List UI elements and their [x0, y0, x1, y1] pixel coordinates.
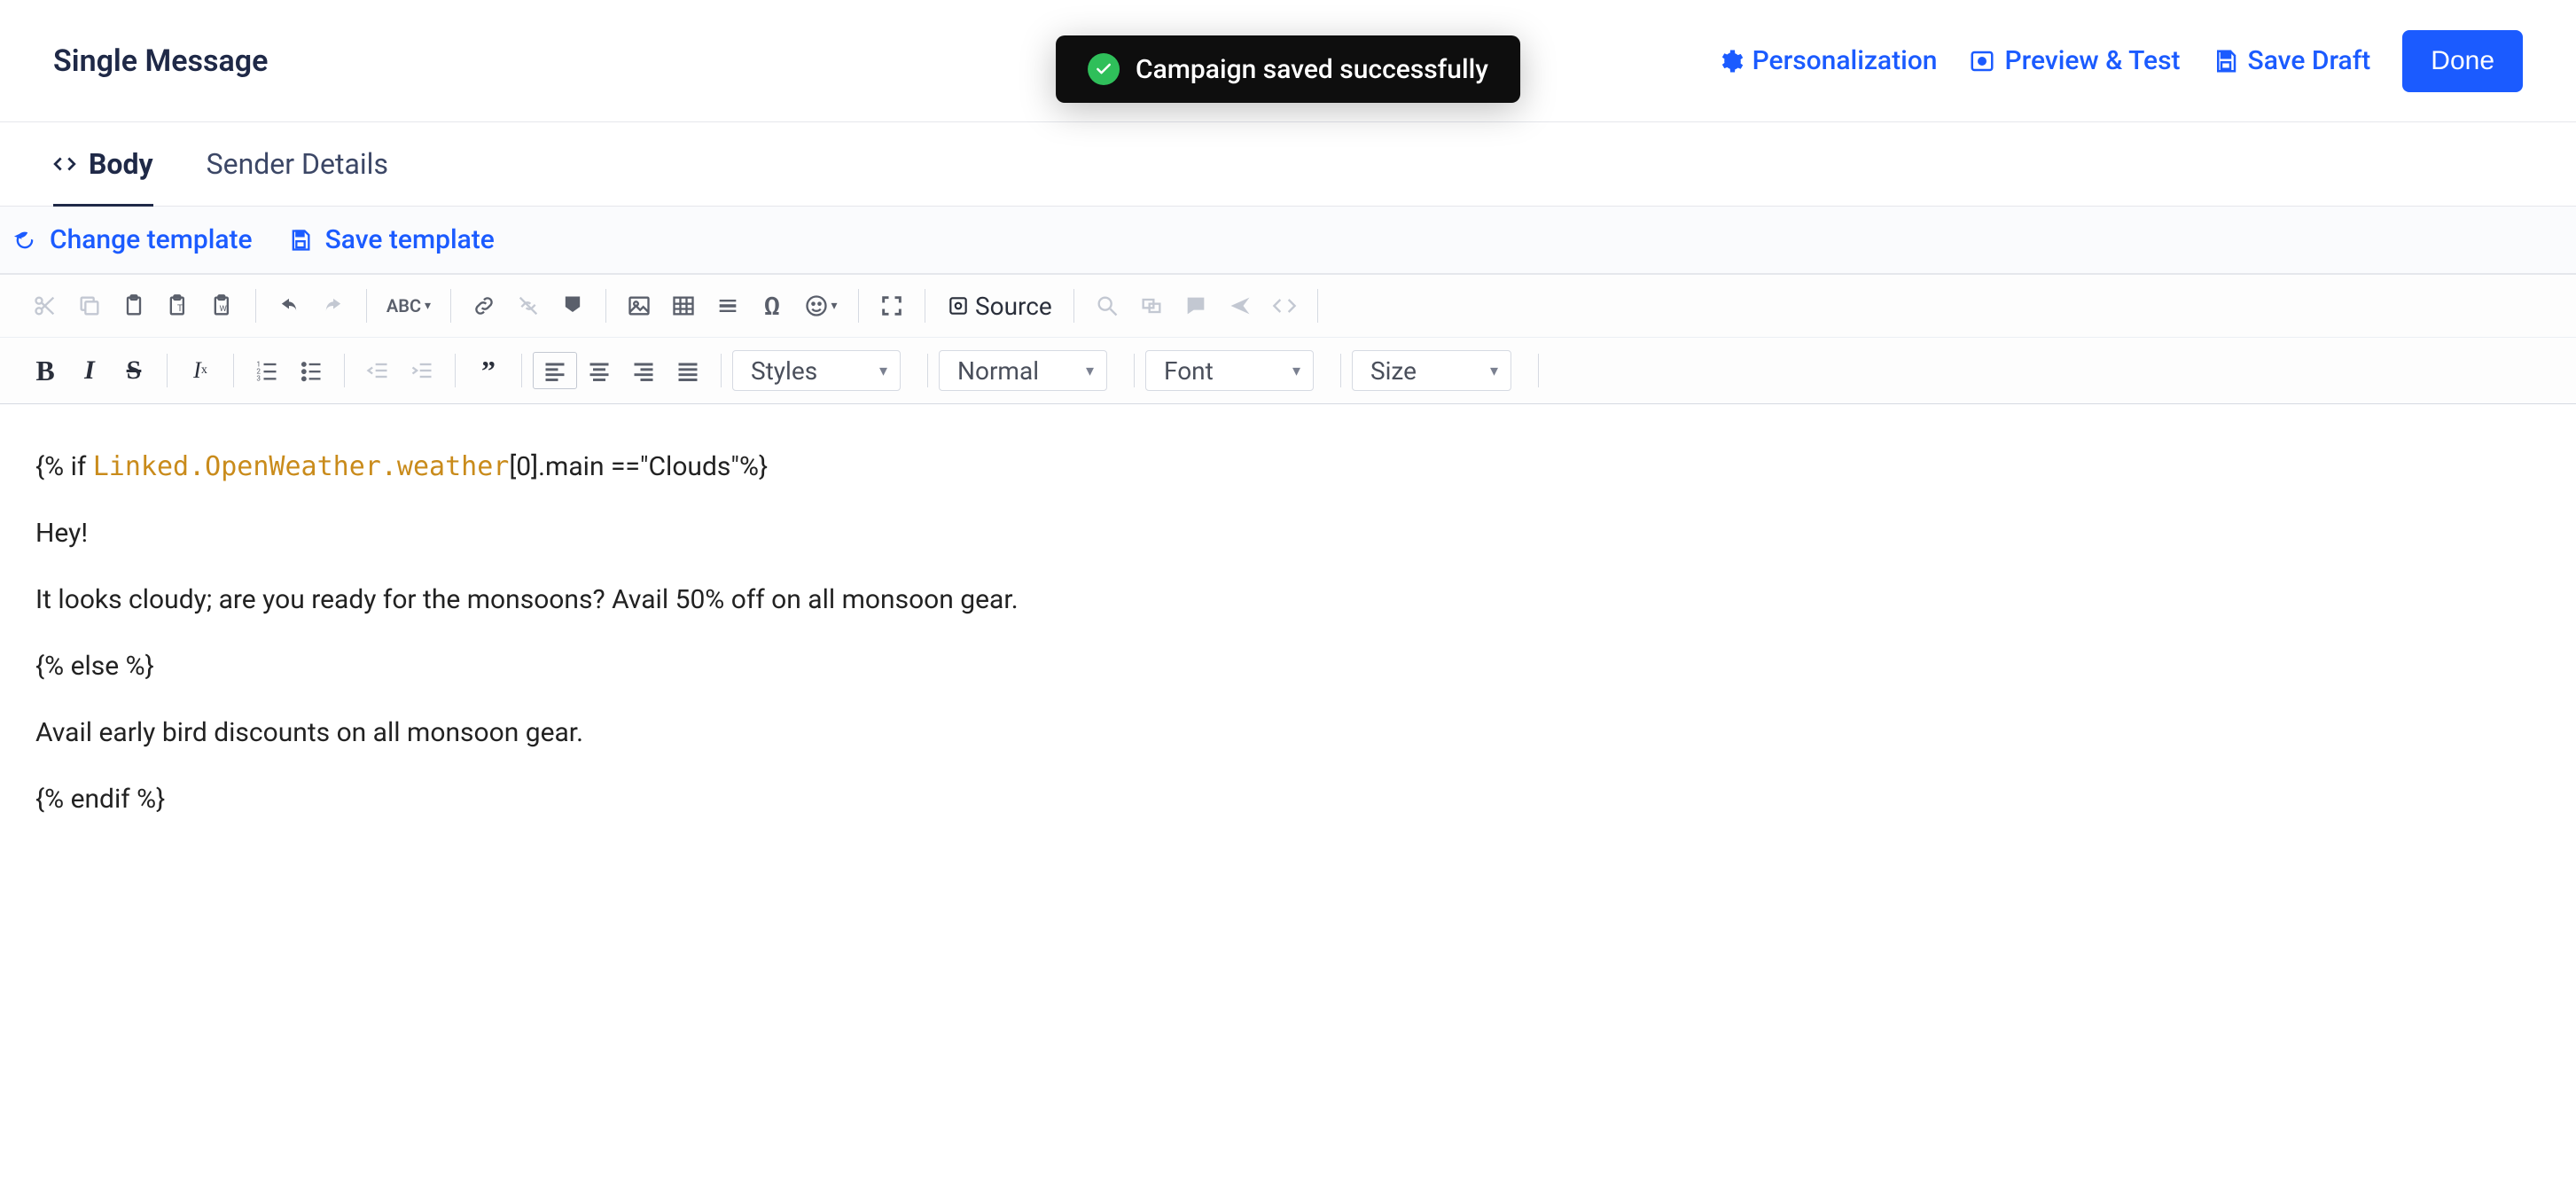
- redo-button[interactable]: [311, 287, 355, 324]
- align-left-button[interactable]: [533, 352, 577, 389]
- table-button[interactable]: [661, 287, 706, 324]
- numbered-list-button[interactable]: 123: [245, 352, 289, 389]
- personalization-link[interactable]: Personalization: [1717, 45, 1938, 76]
- save-icon: [2213, 48, 2239, 74]
- styles-dropdown[interactable]: Styles▾: [732, 350, 901, 391]
- comment-button[interactable]: [1174, 287, 1218, 324]
- anchor-button[interactable]: [550, 287, 595, 324]
- gear-icon: [1717, 48, 1744, 74]
- unlink-button[interactable]: [506, 287, 550, 324]
- replace-button[interactable]: [1129, 287, 1174, 324]
- refresh-icon: [12, 228, 37, 253]
- editor-else-msg: Avail early bird discounts on all monsoo…: [35, 713, 2541, 753]
- image-button[interactable]: [617, 287, 661, 324]
- tab-body-label: Body: [89, 147, 153, 181]
- bold-button[interactable]: B: [23, 352, 67, 389]
- page-title: Single Message: [53, 43, 268, 79]
- align-center-button[interactable]: [577, 352, 621, 389]
- tab-body[interactable]: Body: [53, 122, 153, 206]
- toast-text: Campaign saved successfully: [1136, 54, 1488, 85]
- save-draft-label: Save Draft: [2248, 45, 2371, 76]
- size-dropdown-label: Size: [1370, 356, 1417, 386]
- save-icon: [288, 228, 313, 253]
- maximize-button[interactable]: [870, 287, 914, 324]
- personalization-label: Personalization: [1752, 45, 1938, 76]
- paste-word-button[interactable]: W: [200, 287, 245, 324]
- format-dropdown-label: Normal: [957, 356, 1039, 386]
- copy-button[interactable]: [67, 287, 112, 324]
- format-dropdown[interactable]: Normal▾: [939, 350, 1107, 391]
- header: Single Message Campaign saved successful…: [0, 0, 2576, 122]
- align-right-button[interactable]: [621, 352, 666, 389]
- cut-button[interactable]: [23, 287, 67, 324]
- find-button[interactable]: [1085, 287, 1129, 324]
- tabs: Body Sender Details: [0, 122, 2576, 207]
- strike-button[interactable]: S: [112, 352, 156, 389]
- tab-sender-details-label: Sender Details: [207, 147, 388, 181]
- paste-button[interactable]: [112, 287, 156, 324]
- preview-icon: [1969, 48, 1995, 74]
- paste-text-button[interactable]: T: [156, 287, 200, 324]
- liquid-endif: {% endif %}: [35, 779, 2541, 819]
- save-template-link[interactable]: Save template: [288, 224, 495, 255]
- blockquote-button[interactable]: ”: [466, 352, 511, 389]
- liquid-variable: Linked.OpenWeather.weather: [93, 451, 510, 482]
- editor-toolbar: T W ABC▾ Ω ▾ Source B I S: [0, 275, 2576, 404]
- svg-text:W: W: [220, 304, 228, 314]
- save-template-label: Save template: [325, 224, 495, 255]
- change-template-link[interactable]: Change template: [12, 224, 253, 255]
- undo-button[interactable]: [267, 287, 311, 324]
- toolbar-row-2: B I S Ix 123 ” Styles▾ Normal▾ Font▾ Siz…: [0, 337, 2576, 403]
- styles-dropdown-label: Styles: [751, 356, 817, 386]
- toast-success: Campaign saved successfully: [1056, 35, 1520, 103]
- svg-text:T: T: [177, 302, 183, 314]
- editor-content[interactable]: {% if Linked.OpenWeather.weather[0].main…: [0, 404, 2576, 888]
- spellcheck-button[interactable]: ABC▾: [378, 287, 440, 324]
- hr-button[interactable]: [706, 287, 750, 324]
- tab-sender-details[interactable]: Sender Details: [207, 122, 388, 206]
- check-circle-icon: [1088, 53, 1120, 85]
- editor-cloudy-msg: It looks cloudy; are you ready for the m…: [35, 580, 2541, 620]
- size-dropdown[interactable]: Size▾: [1352, 350, 1511, 391]
- send-button[interactable]: [1218, 287, 1262, 324]
- font-dropdown[interactable]: Font▾: [1145, 350, 1314, 391]
- align-justify-button[interactable]: [666, 352, 710, 389]
- outdent-button[interactable]: [355, 352, 400, 389]
- code-icon: [53, 152, 76, 176]
- editor-greeting: Hey!: [35, 513, 2541, 553]
- save-draft-link[interactable]: Save Draft: [2213, 45, 2371, 76]
- source-button[interactable]: Source: [936, 292, 1063, 321]
- liquid-else: {% else %}: [35, 646, 2541, 686]
- source-label: Source: [975, 292, 1052, 321]
- indent-button[interactable]: [400, 352, 444, 389]
- svg-text:3: 3: [256, 374, 261, 383]
- bullet-list-button[interactable]: [289, 352, 333, 389]
- remove-format-button[interactable]: Ix: [178, 352, 222, 389]
- preview-test-link[interactable]: Preview & Test: [1969, 45, 2180, 76]
- preview-test-label: Preview & Test: [2004, 45, 2180, 76]
- source-icon: [947, 294, 970, 317]
- font-dropdown-label: Font: [1164, 356, 1214, 386]
- link-button[interactable]: [462, 287, 506, 324]
- embed-code-button[interactable]: [1262, 287, 1307, 324]
- emoji-button[interactable]: ▾: [794, 287, 847, 324]
- change-template-label: Change template: [50, 224, 253, 255]
- liquid-if-line: {% if Linked.OpenWeather.weather[0].main…: [35, 447, 2541, 487]
- done-button[interactable]: Done: [2402, 30, 2523, 92]
- toolbar-row-1: T W ABC▾ Ω ▾ Source: [0, 275, 2576, 337]
- header-actions: Personalization Preview & Test Save Draf…: [1717, 30, 2523, 92]
- italic-button[interactable]: I: [67, 352, 112, 389]
- special-char-button[interactable]: Ω: [750, 287, 794, 324]
- template-bar: Change template Save template: [0, 207, 2576, 275]
